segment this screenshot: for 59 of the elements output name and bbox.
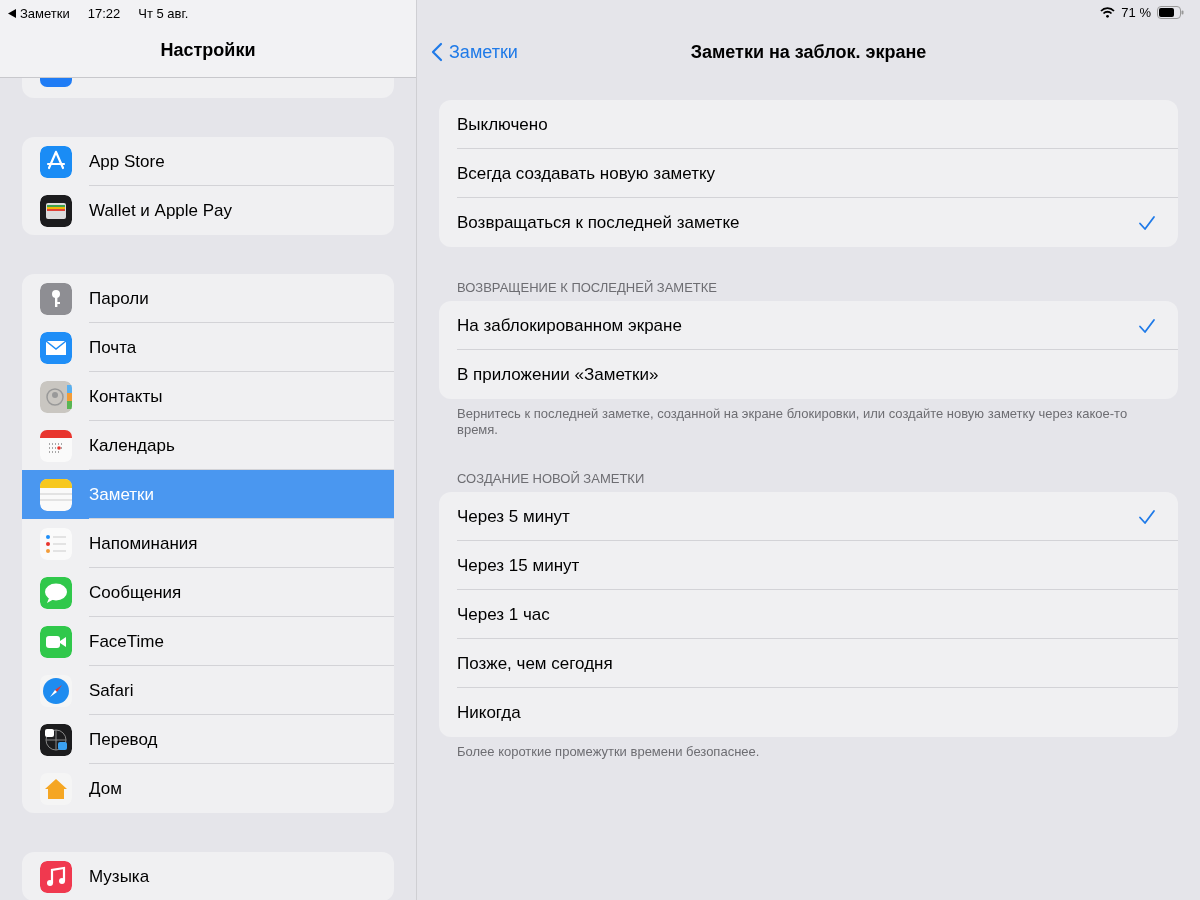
battery-icon xyxy=(1157,5,1184,19)
sidebar-item[interactable]: Wallet и Apple Pay xyxy=(22,186,394,235)
option-label: Возвращаться к последней заметке xyxy=(457,212,740,233)
key-icon xyxy=(40,282,72,315)
sidebar-item[interactable]: Музыка xyxy=(22,852,394,900)
music-note-icon xyxy=(40,860,72,893)
section-footer: Более короткие промежутки времени безопаснее. xyxy=(439,737,1178,760)
page-title: Заметки на заблок. экране xyxy=(690,41,927,63)
option-row[interactable]: Никогда xyxy=(439,688,1178,737)
sidebar-item[interactable]: Почта xyxy=(22,323,394,372)
option-row[interactable]: Через 1 час xyxy=(439,590,1178,639)
option-label: Всегда создавать новую заметку xyxy=(457,163,716,184)
option-row[interactable]: Всегда создавать новую заметку xyxy=(439,149,1178,198)
option-label: Через 15 минут xyxy=(457,555,580,576)
option-label: Выключено xyxy=(457,114,548,135)
option-label: В приложении «Заметки» xyxy=(457,364,659,385)
speech-bubble-icon xyxy=(40,576,72,609)
back-triangle-icon xyxy=(8,8,16,18)
sidebar-item[interactable]: Дом xyxy=(22,764,394,813)
battery-percent: 71 % xyxy=(1121,4,1151,20)
option-row[interactable]: Возвращаться к последней заметке xyxy=(439,198,1178,247)
notepad-icon xyxy=(40,478,72,511)
sidebar-item[interactable]: Пароли xyxy=(22,274,394,323)
option-row[interactable]: На заблокированном экране xyxy=(439,301,1178,350)
option-label: Через 1 час xyxy=(457,604,550,625)
calendar-icon xyxy=(40,429,72,462)
option-label: На заблокированном экране xyxy=(457,315,682,336)
sidebar-item[interactable]: Перевод xyxy=(22,715,394,764)
option-row[interactable]: Через 5 минут xyxy=(439,492,1178,541)
wallet-icon xyxy=(40,194,72,227)
globe-icon xyxy=(40,723,72,756)
option-row[interactable]: В приложении «Заметки» xyxy=(439,350,1178,399)
sidebar-item[interactable]: Контакты xyxy=(22,372,394,421)
checklist-icon xyxy=(40,527,72,560)
option-label: Позже, чем сегодня xyxy=(457,653,613,674)
sidebar-item[interactable]: Сообщения xyxy=(22,568,394,617)
back-app-link[interactable]: Заметки xyxy=(20,5,70,21)
sidebar-item[interactable]: Напоминания xyxy=(22,519,394,568)
chevron-left-icon xyxy=(431,42,443,62)
status-time: 17:22 xyxy=(87,5,121,21)
sidebar-item[interactable]: FaceTime xyxy=(22,617,394,666)
contact-icon xyxy=(40,380,72,413)
status-date: Чт 5 авг. xyxy=(138,5,189,21)
option-row[interactable]: Позже, чем сегодня xyxy=(439,639,1178,688)
section-footer: Вернитесь к последней заметке, созданной на экране блокировки, или создайте новую заметку через какое-то время. xyxy=(439,399,1178,438)
option-label: Никогда xyxy=(457,702,521,723)
option-label: Через 5 минут xyxy=(457,506,570,527)
option-row[interactable]: Выключено xyxy=(439,100,1178,149)
envelope-icon xyxy=(40,331,72,364)
wifi-icon xyxy=(1100,6,1116,18)
sidebar-title: Настройки xyxy=(159,40,257,61)
sidebar-item[interactable]: App Store xyxy=(22,137,394,186)
section-header: СОЗДАНИЕ НОВОЙ ЗАМЕТКИ xyxy=(456,471,646,488)
section-header: ВОЗВРАЩЕНИЕ К ПОСЛЕДНЕЙ ЗАМЕТКЕ xyxy=(456,280,719,297)
sidebar-item[interactable]: Календарь xyxy=(22,421,394,470)
sidebar-item[interactable]: Safari xyxy=(22,666,394,715)
app-store-icon xyxy=(40,145,72,178)
video-camera-icon xyxy=(40,625,72,658)
option-row[interactable]: Через 15 минут xyxy=(439,541,1178,590)
